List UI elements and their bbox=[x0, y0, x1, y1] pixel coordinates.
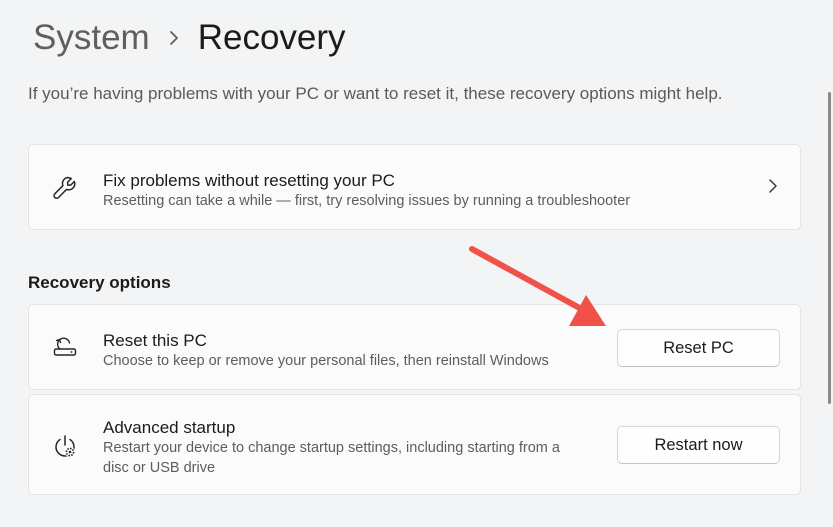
reset-pc-icon bbox=[51, 334, 79, 362]
advanced-startup-description-line-2: disc or USB drive bbox=[103, 460, 216, 476]
reset-pc-title: Reset this PC bbox=[103, 331, 207, 350]
reset-pc-button[interactable]: Reset PC bbox=[617, 329, 780, 367]
scrollbar[interactable] bbox=[828, 92, 831, 404]
advanced-startup-title: Advanced startup bbox=[103, 418, 236, 437]
fix-problems-title: Fix problems without resetting your PC bbox=[103, 171, 395, 190]
chevron-right-icon bbox=[768, 178, 778, 199]
advanced-startup-card: Advanced startup Restart your device to … bbox=[28, 394, 801, 495]
fix-problems-description: Resetting can take a while — first, try … bbox=[103, 193, 631, 209]
section-heading: Recovery options bbox=[28, 273, 171, 292]
breadcrumb: System Recovery bbox=[33, 14, 346, 62]
page-title: Recovery bbox=[197, 18, 346, 57]
reset-pc-card: Reset this PC Choose to keep or remove y… bbox=[28, 304, 801, 390]
power-gear-icon bbox=[51, 433, 79, 461]
page-description: If you’re having problems with your PC o… bbox=[28, 84, 723, 103]
fix-problems-card[interactable]: Fix problems without resetting your PC R… bbox=[28, 144, 801, 230]
wrench-icon bbox=[51, 174, 79, 202]
advanced-startup-description-line-1: Restart your device to change startup se… bbox=[103, 440, 560, 456]
chevron-right-icon bbox=[150, 30, 198, 46]
restart-now-button[interactable]: Restart now bbox=[617, 426, 780, 464]
breadcrumb-parent[interactable]: System bbox=[33, 18, 150, 58]
reset-pc-description: Choose to keep or remove your personal f… bbox=[103, 353, 549, 369]
